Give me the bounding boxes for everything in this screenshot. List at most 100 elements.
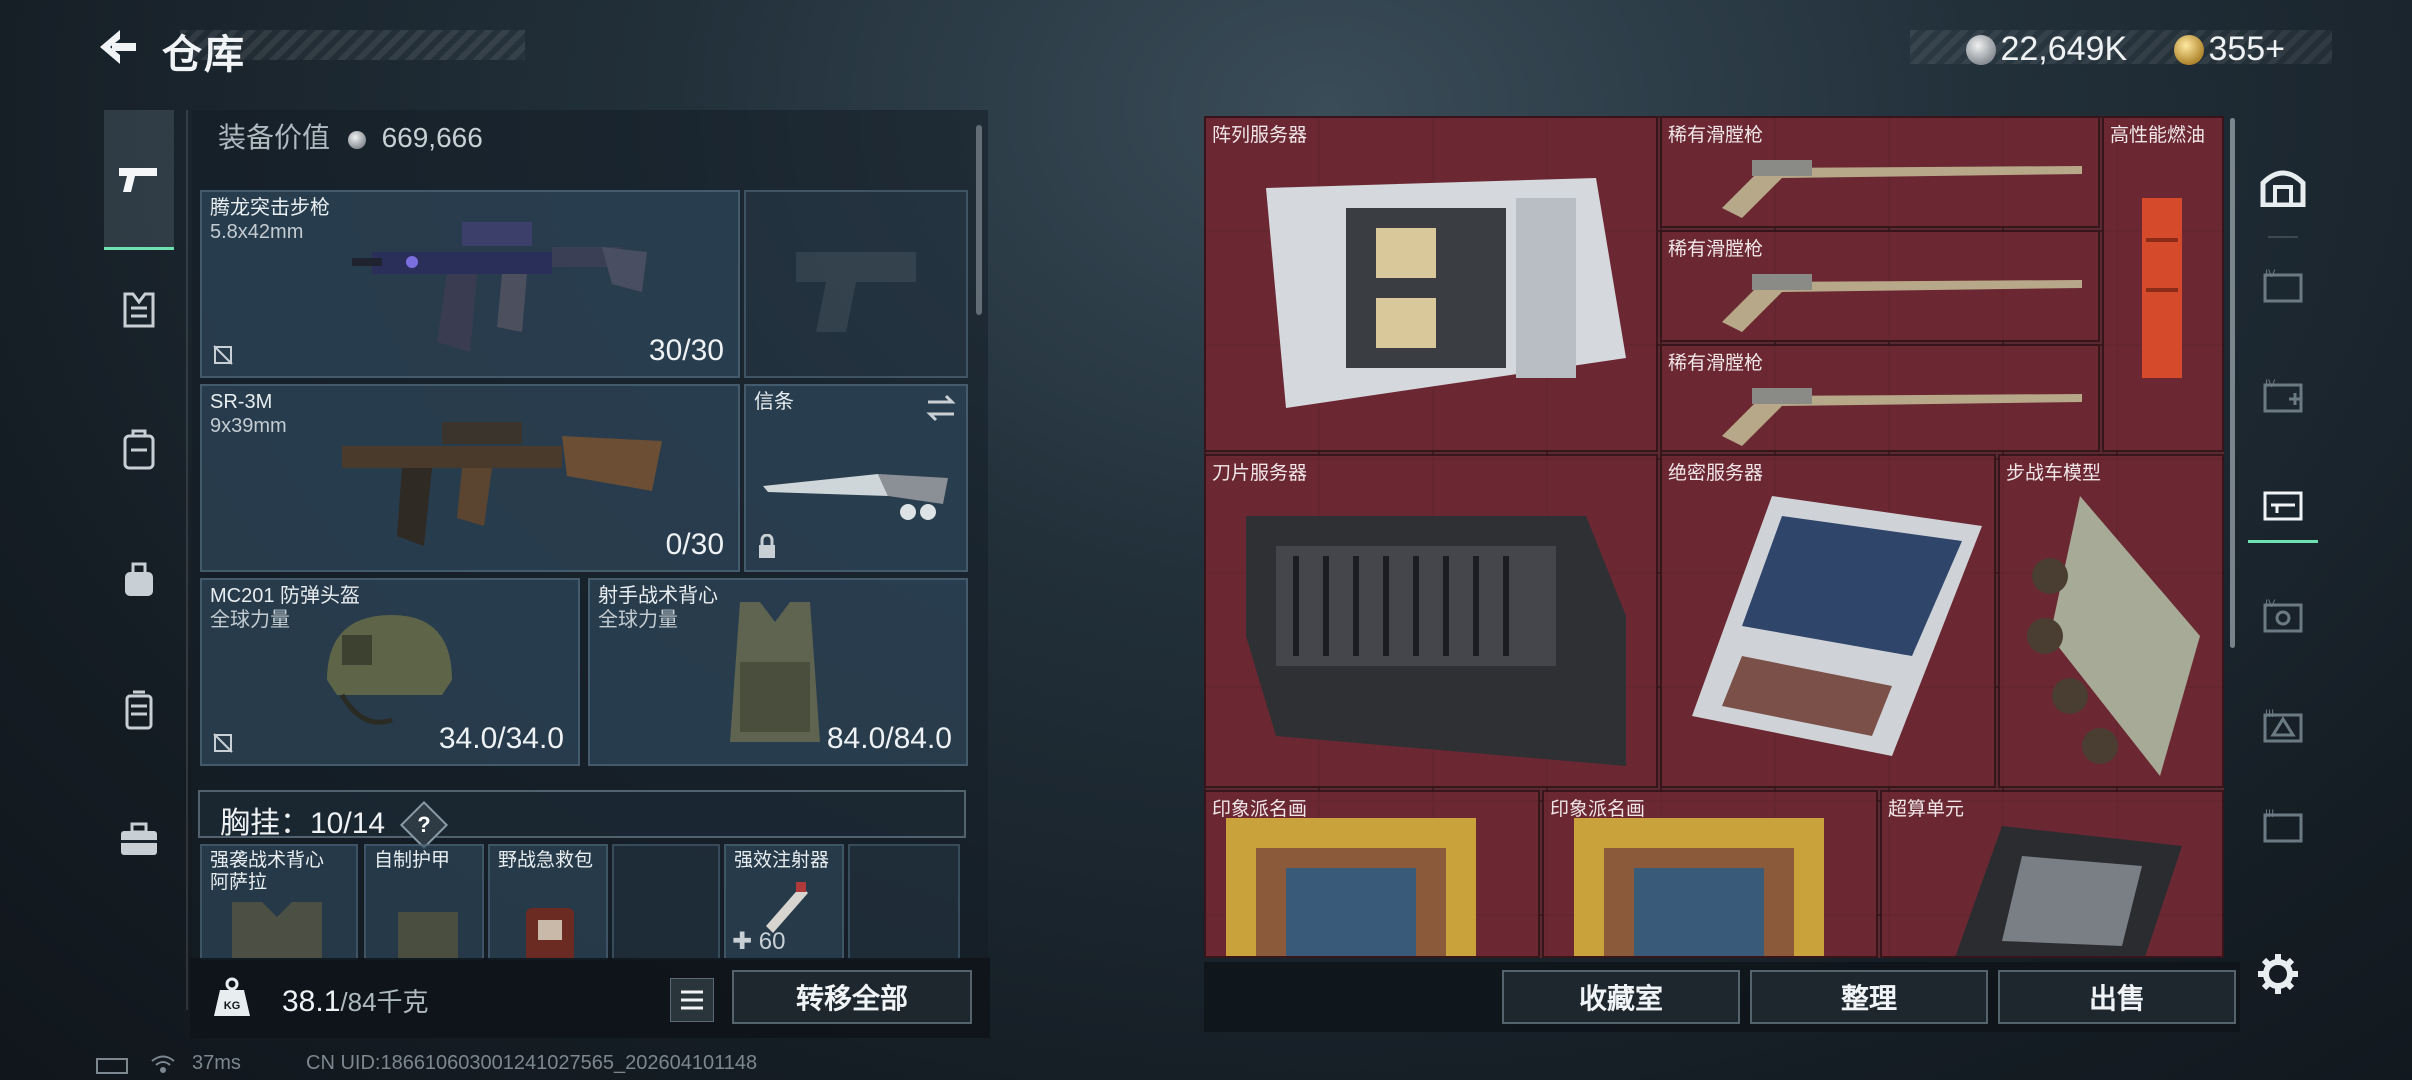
svg-text:III: III [2265, 708, 2274, 720]
secondary-weapon-ammo: 0/30 [665, 528, 724, 561]
stash-page-4b-tab[interactable]: IV [2248, 360, 2318, 430]
armor-plate-image [398, 912, 458, 958]
vest-image [232, 902, 322, 958]
injector-count: ✚ 60 [732, 927, 785, 956]
weight-max: /84千克 [340, 987, 429, 1017]
chest-rig-capacity: 胸挂：10/14 [220, 807, 386, 840]
back-arrow-icon[interactable] [90, 22, 140, 72]
rail-backpack-tab[interactable] [92, 380, 186, 520]
briefcase-icon [121, 822, 157, 855]
painting-image [1574, 818, 1824, 956]
gear-icon[interactable] [2256, 952, 2300, 996]
rig-slot-first-aid[interactable]: 野战急救包 [488, 844, 608, 960]
equipment-value-label: 装备价值 [218, 122, 331, 153]
stash-item-ifv-model[interactable]: 步战车模型 [1998, 454, 2224, 788]
equipment-category-rail [92, 110, 188, 1010]
rig-slot-empty[interactable] [848, 844, 960, 960]
primary-weapon-label: 腾龙突击步枪 5.8x42mm [210, 196, 330, 244]
container-icon [125, 690, 153, 730]
stash-page-3b-tab[interactable]: III [2248, 790, 2318, 860]
silver-amount: 22,649K [2000, 30, 2128, 68]
silver-coin-icon [347, 130, 366, 149]
stash-item-label: 步战车模型 [2006, 463, 2102, 484]
stash-scrollbar[interactable] [2230, 118, 2235, 648]
no-drop-icon [212, 732, 234, 754]
player-uid: CN UID:186610603001241027565_20260410114… [306, 1052, 758, 1074]
armor-label: 射手战术背心 全球力量 [598, 584, 718, 632]
ifv-model-image [2027, 496, 2200, 776]
organize-button[interactable]: 整理 [1750, 970, 1988, 1024]
stash-item-supercomputing-unit[interactable]: 超算单元 [1880, 790, 2224, 958]
melee-slot[interactable]: 信条 [744, 384, 968, 572]
collection-room-button[interactable]: 收藏室 [1502, 970, 1740, 1024]
rig-slot-name: 强袭战术背心 [210, 850, 325, 871]
chest-rig-header: 胸挂：10/14 ? [198, 790, 966, 850]
sr3m-rifle-image [342, 422, 662, 546]
case-icon: IV [2263, 598, 2303, 633]
knife-image [763, 474, 948, 520]
swap-icon[interactable] [924, 394, 958, 422]
stash-page-3a-tab[interactable]: III [2248, 690, 2318, 760]
helmet-image [327, 615, 452, 725]
armor-slot[interactable]: 射手战术背心 全球力量 84.0/84.0 [588, 578, 968, 766]
list-view-button[interactable] [670, 978, 714, 1022]
wifi-icon [150, 1054, 176, 1079]
helmet-slot[interactable]: MC201 防弹头盔 全球力量 34.0/34.0 [200, 578, 580, 766]
stash-item-impressionist-painting[interactable]: 印象派名画 [1542, 790, 1878, 958]
ping-value: 37ms [192, 1052, 241, 1074]
helmet-durability: 34.0/34.0 [438, 722, 564, 755]
primary-weapon-slot[interactable]: 腾龙突击步枪 5.8x42mm 30/30 [200, 190, 740, 378]
stash-page-4a-tab[interactable]: IV [2248, 250, 2318, 320]
pistol-placeholder-icon [796, 252, 916, 332]
rig-slot-empty[interactable] [612, 844, 720, 960]
stash-item-top-secret-server[interactable]: 绝密服务器 [1660, 454, 1996, 788]
case-icon: III [2263, 808, 2303, 843]
gold-currency[interactable]: 355+ [2174, 30, 2285, 69]
svg-text:IV: IV [2265, 378, 2276, 390]
no-drop-icon [212, 344, 234, 366]
page-title: 仓库 [162, 33, 246, 77]
inventory-scrollbar[interactable] [976, 125, 982, 315]
stash-page-rail: IV IV IV III III [2240, 140, 2330, 880]
stash-item-rare-musket[interactable]: 稀有滑膛枪 [1660, 116, 2100, 228]
stash-grid: 阵列服务器 稀有滑膛枪 稀有滑膛枪 稀有滑膛枪 高性能燃油 刀片服务器 绝密服务… [1204, 116, 2224, 958]
stash-item-rare-musket[interactable]: 稀有滑膛枪 [1660, 344, 2100, 452]
case-icon: III [2263, 708, 2303, 743]
silver-currency[interactable]: 22,649K [1966, 30, 2127, 69]
rail-pouch-tab[interactable] [92, 510, 186, 650]
stash-page-4c-tab[interactable]: IV [2248, 580, 2318, 650]
injector-count-value: 60 [758, 928, 786, 955]
primary-weapon-caliber: 5.8x42mm [210, 221, 304, 243]
stash-page-active-tab[interactable] [2248, 470, 2318, 543]
secondary-weapon-label: SR-3M 9x39mm [210, 390, 287, 438]
rail-case-tab[interactable] [92, 770, 186, 910]
rig-slot-assault-vest[interactable]: 强袭战术背心 阿萨拉 [200, 844, 358, 960]
secondary-weapon-slot[interactable]: SR-3M 9x39mm 0/30 [200, 384, 740, 572]
rig-slot-name: 强效注射器 [734, 850, 830, 871]
stash-item-array-server[interactable]: 阵列服务器 [1204, 116, 1658, 452]
svg-text:III: III [2265, 808, 2274, 820]
transfer-all-button[interactable]: 转移全部 [732, 970, 972, 1024]
first-aid-kit-image [526, 908, 574, 958]
stash-item-label: 阵列服务器 [1212, 125, 1308, 146]
sell-button[interactable]: 出售 [1998, 970, 2236, 1024]
pistol-slot-empty[interactable] [744, 190, 968, 378]
rig-slot-homemade-armor[interactable]: 自制护甲 [364, 844, 484, 960]
stash-item-blade-server[interactable]: 刀片服务器 [1204, 454, 1658, 788]
secondary-weapon-caliber: 9x39mm [210, 415, 287, 437]
svg-text:KG: KG [224, 1000, 241, 1012]
blade-server-image [1246, 516, 1626, 766]
musket-image [1722, 388, 2082, 446]
rail-weapons-tab[interactable] [104, 110, 174, 250]
help-icon[interactable]: ? [400, 801, 449, 850]
rail-storage-tab[interactable] [92, 640, 186, 780]
rig-slot-injector[interactable]: 强效注射器 ✚ 60 [724, 844, 844, 960]
weight-current: 38.1 [282, 985, 341, 1018]
pistol-icon [119, 167, 157, 192]
stash-home-tab[interactable] [2248, 150, 2318, 220]
stash-item-high-performance-fuel[interactable]: 高性能燃油 [2102, 116, 2224, 452]
rail-chest-rig-tab[interactable] [92, 240, 186, 380]
stash-item-impressionist-painting[interactable]: 印象派名画 [1204, 790, 1540, 958]
rail-divider [186, 110, 188, 1010]
stash-item-rare-musket[interactable]: 稀有滑膛枪 [1660, 230, 2100, 342]
